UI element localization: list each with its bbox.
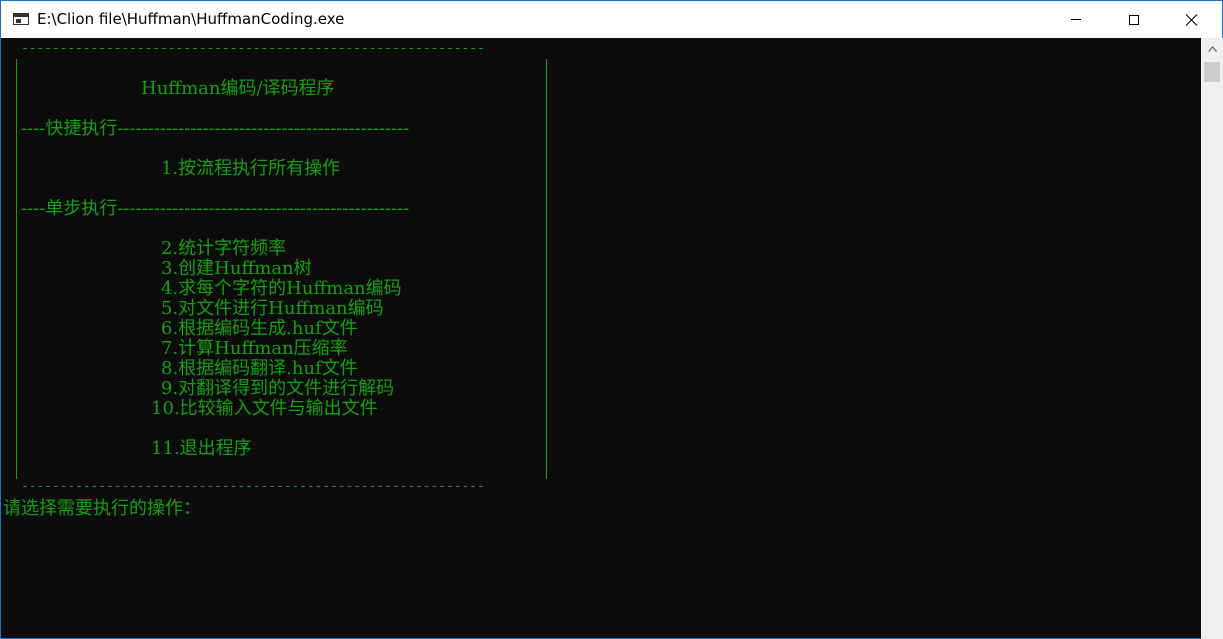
menu-frame-left-border	[16, 59, 17, 479]
input-prompt: 请选择需要执行的操作：	[3, 498, 201, 519]
menu-item-5: 5.对文件进行Huffman编码	[161, 298, 384, 319]
minimize-button[interactable]	[1047, 1, 1105, 38]
menu-item-3: 3.创建Huffman树	[161, 258, 312, 279]
menu-item-exit: 11.退出程序	[151, 438, 252, 459]
console-window: E:\Clion file\Huffman\HuffmanCoding.exe …	[0, 0, 1223, 639]
close-button[interactable]	[1163, 1, 1221, 38]
menu-frame-right-border	[546, 59, 547, 479]
scroll-up-arrow-icon	[1207, 46, 1217, 52]
menu-item-4: 4.求每个字符的Huffman编码	[161, 278, 402, 299]
menu-top-rule: ----------------------------------------…	[21, 41, 485, 56]
window-title: E:\Clion file\Huffman\HuffmanCoding.exe	[37, 10, 345, 28]
title-bar[interactable]: E:\Clion file\Huffman\HuffmanCoding.exe	[1, 1, 1222, 38]
menu-item-1: 1.按流程执行所有操作	[161, 158, 341, 179]
menu-item-8: 8.根据编码翻译.huf文件	[161, 358, 358, 379]
menu-item-2: 2.统计字符频率	[161, 238, 287, 259]
maximize-button[interactable]	[1105, 1, 1163, 38]
menu-item-6: 6.根据编码生成.huf文件	[161, 318, 358, 339]
menu-item-10: 10.比较输入文件与输出文件	[151, 398, 378, 419]
menu-section-step: ----单步执行--------------------------------…	[21, 199, 410, 219]
close-icon	[1185, 13, 1199, 27]
scrollbar-thumb[interactable]	[1204, 62, 1220, 82]
menu-item-7: 7.计算Huffman压缩率	[161, 338, 348, 359]
maximize-icon	[1129, 14, 1139, 25]
minimize-icon	[1071, 19, 1081, 20]
console-window-icon[interactable]	[13, 13, 29, 25]
menu-section-quick: ----快捷执行--------------------------------…	[21, 119, 410, 139]
console-output[interactable]: ----------------------------------------…	[2, 38, 1201, 638]
vertical-scrollbar[interactable]	[1201, 38, 1223, 639]
menu-item-9: 9.对翻译得到的文件进行解码	[161, 378, 395, 399]
menu-title: Huffman编码/译码程序	[141, 78, 335, 99]
menu-bottom-rule: ----------------------------------------…	[21, 479, 485, 494]
scroll-up-button[interactable]	[1201, 38, 1223, 60]
